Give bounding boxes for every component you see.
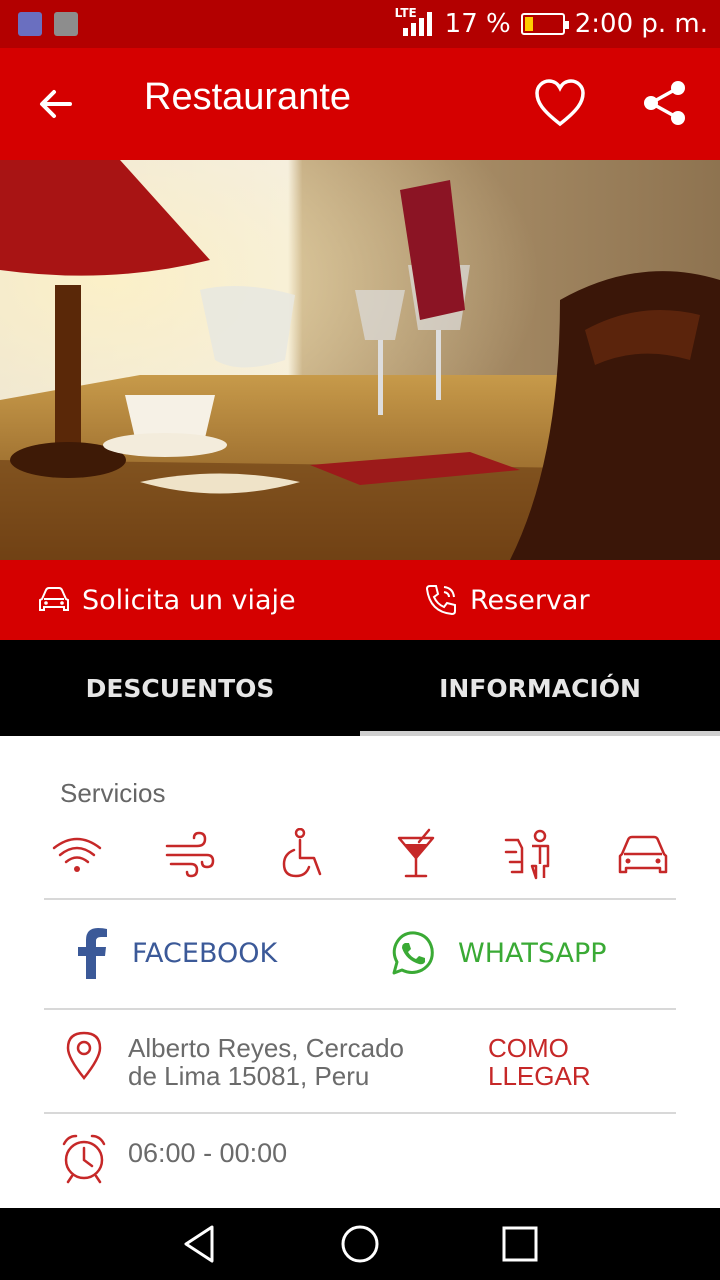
whatsapp-link[interactable]: WHATSAPP — [388, 922, 607, 984]
divider — [44, 1112, 676, 1114]
restaurant-photo — [0, 160, 720, 560]
directions-line-2: LLEGAR — [488, 1061, 591, 1091]
hours-row: 06:00 - 00:00 — [0, 1130, 720, 1200]
battery-percent: 17 % — [444, 9, 511, 39]
divider — [44, 898, 676, 900]
tab-information[interactable]: INFORMACIÓN — [360, 640, 720, 736]
address-row: Alberto Reyes, Cercado de Lima 15081, Pe… — [0, 1026, 720, 1096]
parking-car-icon — [618, 835, 668, 874]
services-row — [50, 828, 670, 884]
share-icon[interactable] — [642, 80, 688, 126]
whatsapp-icon — [392, 931, 434, 975]
valet-parking-icon — [504, 829, 550, 880]
back-triangle-icon[interactable] — [178, 1222, 222, 1266]
usb-notification-icon — [18, 12, 42, 36]
facebook-link[interactable]: FACEBOOK — [74, 922, 277, 984]
address-text: Alberto Reyes, Cercado de Lima 15081, Pe… — [128, 1034, 468, 1090]
alarm-clock-icon — [62, 1134, 106, 1184]
divider — [44, 1008, 676, 1010]
facebook-label: FACEBOOK — [132, 937, 278, 969]
battery-icon — [520, 13, 569, 35]
recents-square-icon[interactable] — [498, 1222, 542, 1266]
page-title: Restaurante — [144, 76, 352, 118]
app-bar: Restaurante — [0, 48, 720, 160]
action-bar: Solicita un viaje Reservar — [0, 560, 720, 640]
tab-discounts[interactable]: DESCUENTOS — [0, 640, 360, 736]
request-ride-button[interactable]: Solicita un viaje — [38, 560, 296, 640]
directions-line-1: COMO — [488, 1033, 569, 1063]
facebook-icon — [78, 928, 107, 979]
clock: 2:00 p. m. — [574, 9, 708, 39]
heart-icon[interactable] — [534, 78, 586, 128]
home-circle-icon[interactable] — [338, 1222, 382, 1266]
reserve-button[interactable]: Reservar — [424, 560, 590, 640]
cocktail-icon — [397, 828, 435, 878]
reserve-label: Reservar — [470, 584, 590, 616]
phone-icon — [425, 585, 456, 616]
opening-hours: 06:00 - 00:00 — [128, 1138, 288, 1168]
back-arrow-icon[interactable] — [36, 84, 76, 124]
address-line-1: Alberto Reyes, Cercado — [128, 1033, 405, 1063]
tab-bar: DESCUENTOS INFORMACIÓN — [0, 640, 720, 736]
gallery-notification-icon — [54, 12, 78, 36]
services-title: Servicios — [60, 778, 166, 808]
system-nav-bar — [0, 1208, 720, 1280]
request-ride-label: Solicita un viaje — [82, 584, 296, 616]
wifi-icon — [52, 837, 102, 872]
location-pin-icon — [66, 1031, 102, 1080]
status-right: LTE 17 % 2:00 p. m. — [395, 0, 708, 48]
car-icon — [39, 587, 69, 611]
hero-image[interactable] — [0, 160, 720, 560]
address-line-2: de Lima 15081, Peru — [128, 1061, 370, 1091]
status-bar: LTE 17 % 2:00 p. m. — [0, 0, 720, 48]
directions-link[interactable]: COMO LLEGAR — [488, 1034, 591, 1090]
air-conditioning-icon — [165, 831, 215, 878]
signal-icon: LTE — [395, 4, 435, 44]
wheelchair-accessible-icon — [282, 828, 322, 878]
whatsapp-label: WHATSAPP — [458, 937, 607, 969]
